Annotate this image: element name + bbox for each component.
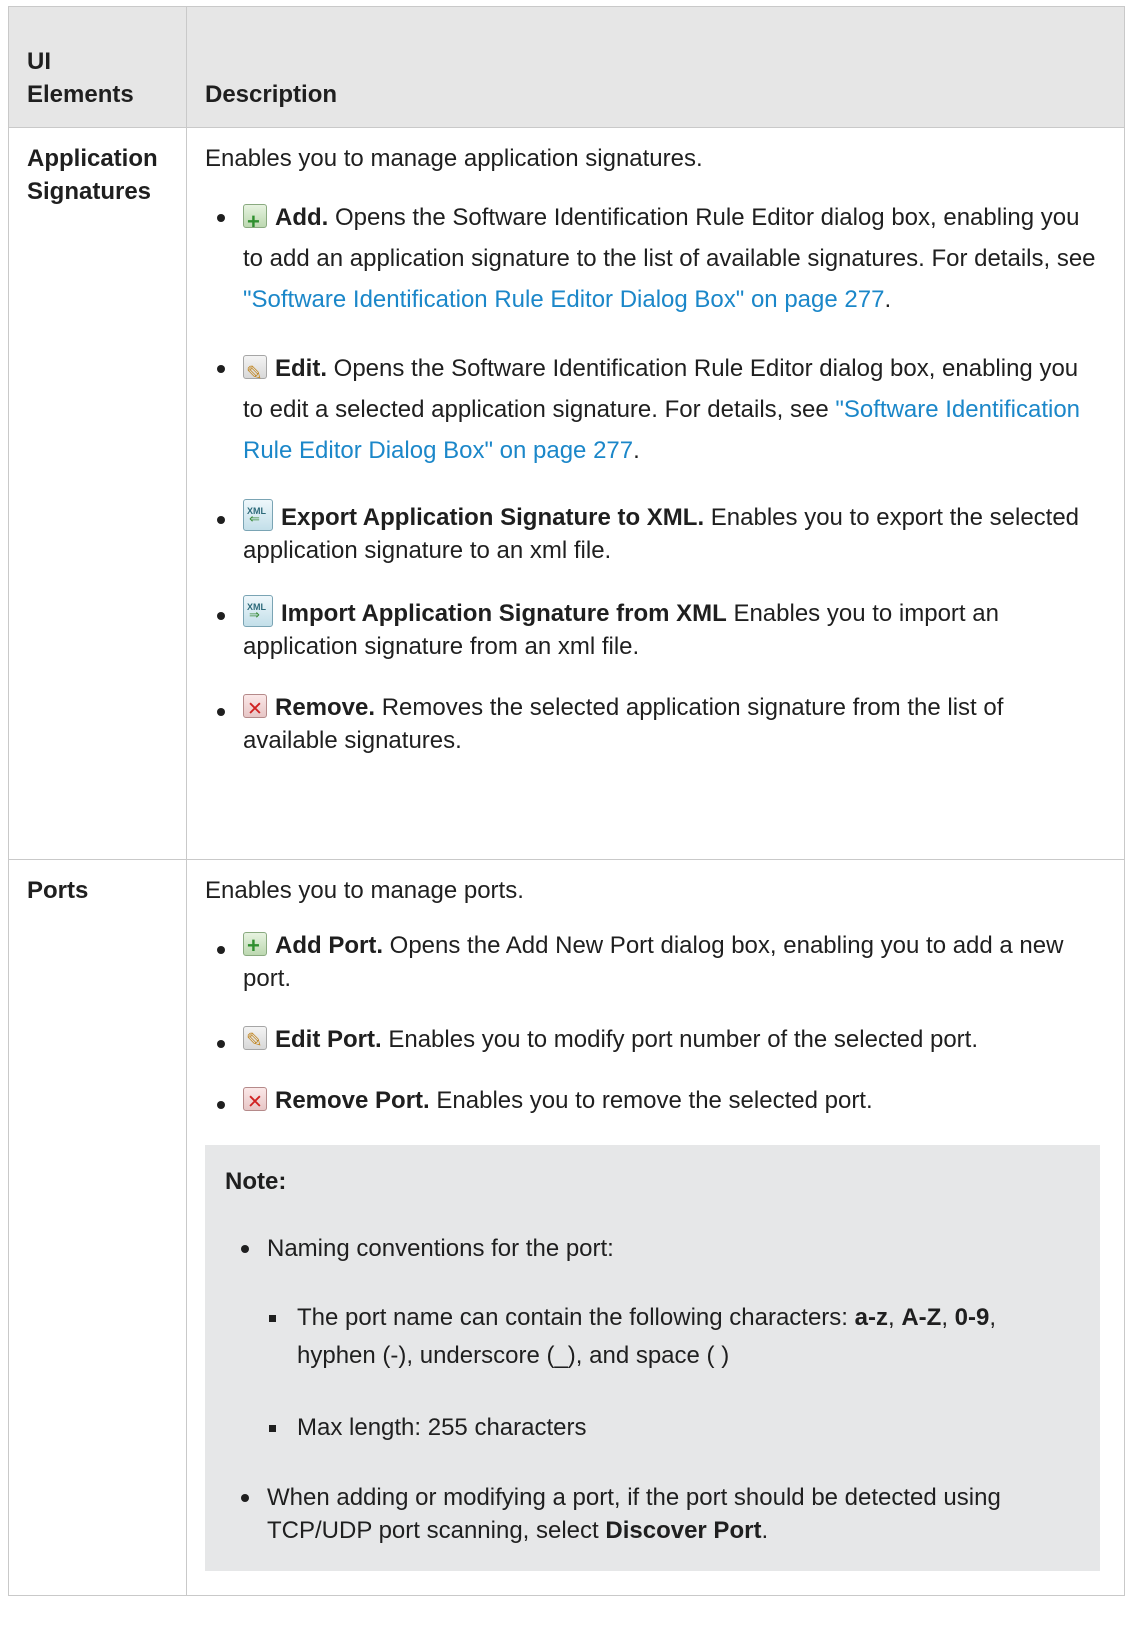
ui-element-name: Ports (8, 859, 187, 1596)
header-description: Description (186, 6, 1125, 128)
add-icon (243, 929, 267, 962)
remove-icon (243, 1086, 267, 1119)
note-sub-list: The port name can contain the following … (267, 1299, 1080, 1447)
note-title: Note: (225, 1168, 287, 1195)
table-header-row: UI Elements Description (8, 6, 1125, 128)
remove-icon (243, 693, 267, 726)
import-xml-icon: ⇒ XML (243, 595, 273, 627)
note-item: When adding or modifying a port, if the … (225, 1481, 1080, 1547)
description-cell: Enables you to manage application signat… (186, 127, 1125, 860)
note-sub-item: Max length: 255 characters (267, 1409, 1080, 1447)
edit-icon (243, 353, 267, 394)
note-item: Naming conventions for the port: The por… (225, 1232, 1080, 1447)
export-xml-icon: ⇐ XML (243, 499, 273, 531)
action-list: Add. Opens the Software Identification R… (205, 197, 1100, 757)
ui-elements-table: UI Elements Description Application Sign… (8, 6, 1125, 1596)
note-list: Naming conventions for the port: The por… (225, 1232, 1080, 1547)
description-cell: Enables you to manage ports. Add Port. O… (186, 859, 1125, 1596)
list-item: Remove Port. Enables you to remove the s… (205, 1084, 1100, 1119)
list-item: ⇒ XML Import Application Signature from XM… (205, 595, 1100, 663)
link-rule-editor[interactable]: "Software Identification Rule Editor Dia… (243, 286, 884, 313)
header-ui-elements: UI Elements (8, 6, 187, 128)
ui-element-name: Application Signatures (8, 127, 187, 860)
list-item: Add. Opens the Software Identification R… (205, 197, 1100, 320)
note-box: Note: Naming conventions for the port: T… (205, 1145, 1100, 1571)
list-item: Edit Port. Enables you to modify port nu… (205, 1023, 1100, 1057)
list-item: Remove. Removes the selected application… (205, 691, 1100, 757)
add-icon (243, 201, 267, 242)
table-row-application-signatures: Application Signatures Enables you to ma… (8, 127, 1125, 860)
note-sub-item: The port name can contain the following … (267, 1299, 1080, 1375)
intro-text: Enables you to manage ports. (205, 877, 524, 904)
list-item: ⇐ XML Export Application Signature to XML.… (205, 499, 1100, 567)
action-list: Add Port. Opens the Add New Port dialog … (205, 929, 1100, 1119)
list-item: Add Port. Opens the Add New Port dialog … (205, 929, 1100, 995)
list-item: Edit. Opens the Software Identification … (205, 348, 1100, 471)
table-row-ports: Ports Enables you to manage ports. Add P… (8, 859, 1125, 1596)
intro-text: Enables you to manage application signat… (205, 145, 703, 172)
edit-icon (243, 1024, 267, 1057)
